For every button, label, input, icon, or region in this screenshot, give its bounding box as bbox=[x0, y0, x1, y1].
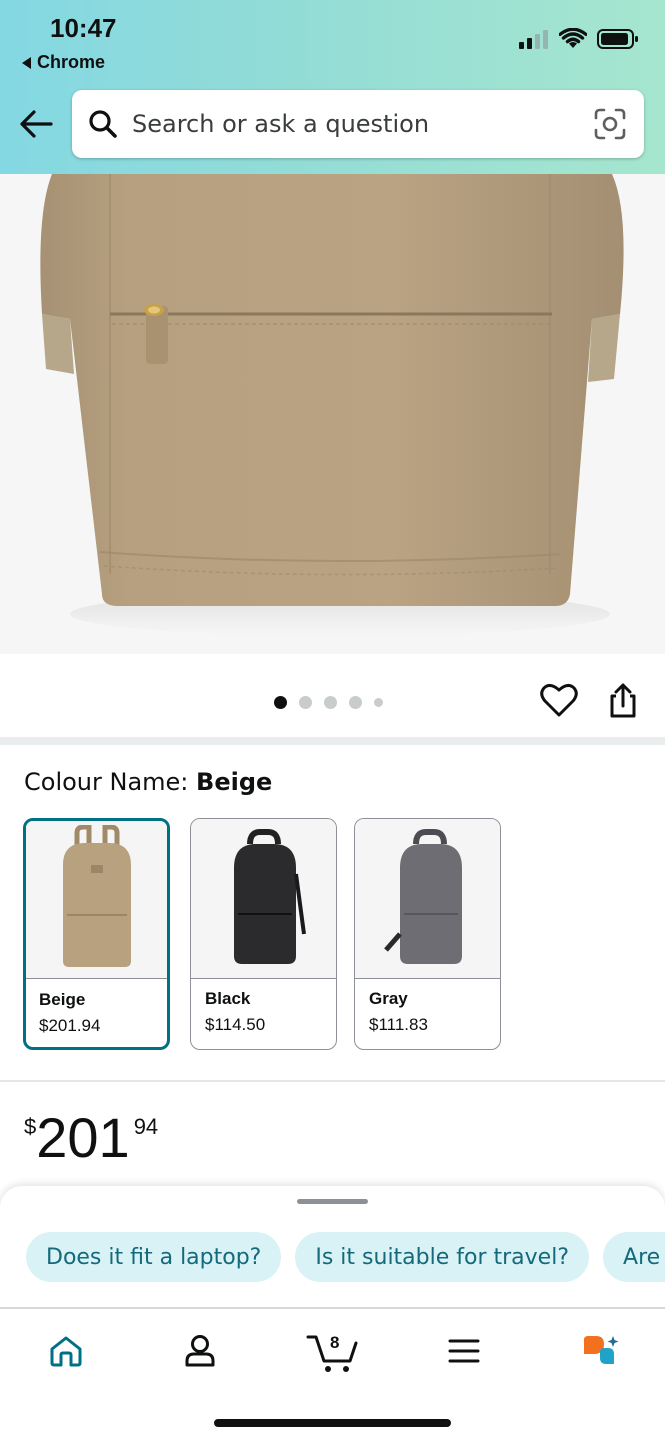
pager-dot[interactable] bbox=[299, 696, 312, 709]
suggestion-chip[interactable]: Does it fit a laptop? bbox=[26, 1232, 282, 1282]
pager-dot[interactable] bbox=[374, 698, 383, 707]
suggestion-chip-label: Is it suitable for travel? bbox=[315, 1244, 570, 1270]
search-placeholder: Search or ask a question bbox=[132, 110, 430, 138]
pager-dot[interactable] bbox=[349, 696, 362, 709]
camera-lens-icon[interactable] bbox=[594, 108, 626, 140]
search-icon bbox=[89, 110, 117, 138]
suggestion-chip-label: Are zi bbox=[623, 1244, 665, 1270]
colour-option-name: Gray bbox=[369, 989, 408, 1008]
colour-selected-name: Beige bbox=[196, 768, 273, 796]
nav-home[interactable] bbox=[36, 1329, 96, 1373]
nav-rufus[interactable] bbox=[570, 1329, 630, 1373]
suggestion-chip[interactable]: Are zi bbox=[603, 1232, 665, 1282]
app-header: 10:47 Chrome Search or ask a question bbox=[0, 0, 665, 174]
product-price: $ 201 94 bbox=[24, 1108, 158, 1168]
colour-option-image bbox=[355, 819, 500, 979]
menu-icon bbox=[448, 1339, 480, 1363]
price-symbol: $ bbox=[24, 1114, 37, 1139]
colour-name-label: Colour Name: Beige bbox=[24, 768, 272, 796]
pager-dot[interactable] bbox=[324, 696, 337, 709]
pager-dots bbox=[274, 696, 383, 709]
cellular-signal-icon bbox=[519, 30, 548, 49]
colour-option-price: $201.94 bbox=[39, 1016, 101, 1035]
sheet-grabber[interactable] bbox=[297, 1199, 368, 1204]
back-triangle-icon bbox=[22, 56, 31, 69]
heart-icon bbox=[540, 683, 578, 717]
bottom-nav-bar: 8 bbox=[0, 1307, 665, 1440]
share-icon bbox=[610, 683, 636, 718]
section-divider bbox=[0, 1080, 665, 1082]
wifi-icon bbox=[559, 28, 587, 48]
colour-option-black[interactable]: Black $114.50 bbox=[190, 818, 337, 1050]
colour-option-image bbox=[26, 821, 167, 979]
nav-account[interactable] bbox=[170, 1329, 230, 1373]
suggestion-chips: Does it fit a laptop? Is it suitable for… bbox=[26, 1232, 665, 1282]
colour-label-prefix: Colour Name: bbox=[24, 768, 197, 796]
beige-backpack-thumbnail bbox=[62, 824, 131, 967]
colour-option-beige[interactable]: Beige $201.94 bbox=[23, 818, 170, 1050]
black-backpack-thumbnail bbox=[233, 828, 306, 964]
price-fraction: 94 bbox=[133, 1114, 159, 1139]
home-indicator[interactable] bbox=[214, 1419, 451, 1427]
image-pager-row bbox=[0, 676, 665, 726]
arrow-left-icon bbox=[20, 110, 53, 138]
back-button[interactable] bbox=[16, 104, 56, 144]
cart-count-badge: 8 bbox=[330, 1333, 340, 1352]
colour-option-gray[interactable]: Gray $111.83 bbox=[354, 818, 501, 1050]
suggestion-chip-label: Does it fit a laptop? bbox=[46, 1244, 262, 1270]
pager-dot-active[interactable] bbox=[274, 696, 287, 709]
rufus-icon bbox=[584, 1336, 619, 1364]
status-time: 10:47 bbox=[50, 13, 117, 43]
rufus-bottom-sheet: Does it fit a laptop? Is it suitable for… bbox=[0, 1186, 665, 1440]
colour-option-price: $111.83 bbox=[369, 1015, 428, 1034]
account-icon bbox=[185, 1335, 215, 1367]
nav-menu[interactable] bbox=[434, 1329, 494, 1373]
search-field[interactable]: Search or ask a question bbox=[72, 90, 644, 158]
price-whole: 201 bbox=[36, 1106, 130, 1169]
status-icons bbox=[519, 28, 639, 50]
home-icon bbox=[50, 1336, 82, 1367]
section-divider bbox=[0, 737, 665, 745]
nav-cart[interactable]: 8 bbox=[300, 1329, 364, 1373]
gray-backpack-thumbnail bbox=[383, 828, 462, 964]
colour-option-name: Black bbox=[205, 989, 251, 1008]
share-button[interactable] bbox=[604, 682, 642, 725]
back-app-label: Chrome bbox=[37, 52, 106, 72]
suggestion-chip[interactable]: Is it suitable for travel? bbox=[295, 1232, 590, 1282]
colour-option-image bbox=[191, 819, 336, 979]
colour-option-price: $114.50 bbox=[205, 1015, 266, 1034]
wishlist-button[interactable] bbox=[540, 682, 578, 723]
product-image[interactable] bbox=[0, 174, 665, 654]
colour-option-name: Beige bbox=[39, 990, 86, 1009]
battery-icon bbox=[597, 29, 638, 49]
backpack-image bbox=[0, 174, 665, 654]
back-to-app-link[interactable]: Chrome bbox=[22, 52, 105, 73]
